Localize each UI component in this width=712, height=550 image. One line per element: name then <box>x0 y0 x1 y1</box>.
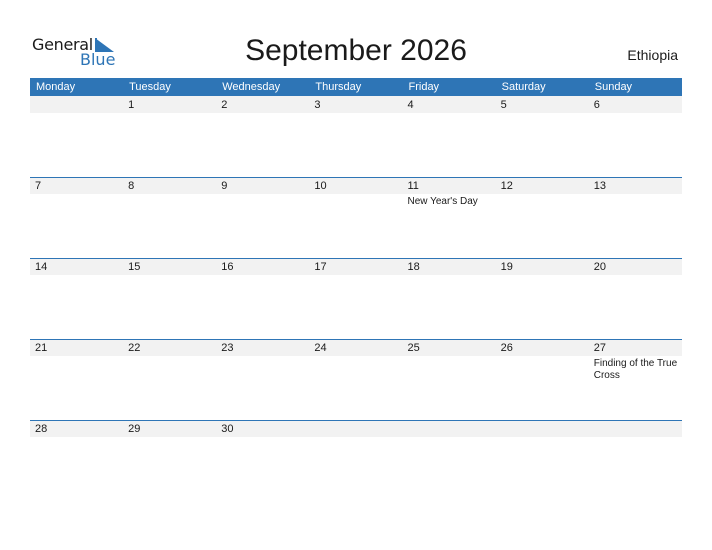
day-cell[interactable]: 10 <box>309 177 402 258</box>
day-number: 22 <box>128 342 141 354</box>
day-cell[interactable]: 8 <box>123 177 216 258</box>
day-cell[interactable]: 20 <box>589 258 682 339</box>
day-number: 14 <box>35 261 48 273</box>
holiday-label: New Year's Day <box>407 196 478 207</box>
weekday-sunday: Sunday <box>594 81 633 93</box>
day-cell[interactable]: 28 <box>30 420 123 501</box>
day-cell[interactable]: 22 <box>123 339 216 420</box>
day-cell[interactable]: 5 <box>496 96 589 177</box>
day-number: 20 <box>593 261 606 273</box>
day-number: 1 <box>128 99 135 111</box>
day-cell[interactable]: 27 Finding of the True Cross <box>589 339 682 420</box>
day-number: 16 <box>221 261 234 273</box>
weekday-friday: Friday <box>408 81 440 93</box>
day-cell[interactable]: 30 <box>216 420 309 501</box>
day-number: 28 <box>35 423 48 435</box>
day-number: 26 <box>500 342 513 354</box>
day-cell[interactable]: 19 <box>496 258 589 339</box>
country-label: Ethiopia <box>627 47 678 63</box>
day-number: 2 <box>221 99 228 111</box>
day-number: 5 <box>500 99 507 111</box>
day-cell[interactable]: 16 <box>216 258 309 339</box>
day-cell[interactable]: 26 <box>496 339 589 420</box>
day-cell[interactable]: 4 <box>403 96 496 177</box>
week-row: 7 8 9 10 11 New Year's Day 12 13 <box>30 177 682 258</box>
day-cell[interactable]: 17 <box>309 258 402 339</box>
day-cell[interactable]: 15 <box>123 258 216 339</box>
day-cell[interactable]: 6 <box>589 96 682 177</box>
day-cell[interactable] <box>30 96 123 177</box>
weekday-thursday: Thursday <box>315 81 362 93</box>
day-cell[interactable]: 2 <box>216 96 309 177</box>
day-cell[interactable]: 11 New Year's Day <box>403 177 496 258</box>
day-cell[interactable]: 12 <box>496 177 589 258</box>
weekday-header: Monday Tuesday Wednesday Thursday Friday… <box>30 78 682 96</box>
weekday-monday: Monday <box>36 81 76 93</box>
day-number: 18 <box>407 261 420 273</box>
day-number: 30 <box>221 423 234 435</box>
day-number: 19 <box>500 261 513 273</box>
day-number: 23 <box>221 342 234 354</box>
day-number: 9 <box>221 180 228 192</box>
day-cell[interactable]: 3 <box>309 96 402 177</box>
day-cell[interactable] <box>496 420 589 501</box>
day-number: 25 <box>407 342 420 354</box>
day-number: 29 <box>128 423 141 435</box>
day-number: 8 <box>128 180 135 192</box>
week-row: 14 15 16 17 18 19 20 <box>30 258 682 339</box>
day-number: 12 <box>500 180 513 192</box>
weekday-saturday: Saturday <box>501 81 546 93</box>
day-number: 6 <box>593 99 600 111</box>
day-number: 7 <box>35 180 42 192</box>
day-cell[interactable]: 24 <box>309 339 402 420</box>
day-cell[interactable]: 1 <box>123 96 216 177</box>
day-number: 17 <box>314 261 327 273</box>
weekday-tuesday: Tuesday <box>129 81 171 93</box>
day-number: 21 <box>35 342 48 354</box>
day-cell[interactable]: 14 <box>30 258 123 339</box>
day-cell[interactable] <box>589 420 682 501</box>
day-cell[interactable]: 23 <box>216 339 309 420</box>
day-cell[interactable]: 9 <box>216 177 309 258</box>
holiday-label: Finding of the True Cross <box>593 358 678 381</box>
day-number: 10 <box>314 180 327 192</box>
week-row: 28 29 30 <box>30 420 682 501</box>
day-cell[interactable]: 13 <box>589 177 682 258</box>
day-cell[interactable]: 21 <box>30 339 123 420</box>
day-number: 4 <box>407 99 414 111</box>
day-cell[interactable] <box>309 420 402 501</box>
day-number: 27 <box>593 342 606 354</box>
page-title: September 2026 <box>245 34 467 67</box>
day-number: 13 <box>593 180 606 192</box>
week-row: 21 22 23 24 25 26 27 Finding of the True Cross <box>30 339 682 420</box>
day-number: 24 <box>314 342 327 354</box>
day-cell[interactable]: 29 <box>123 420 216 501</box>
weekday-wednesday: Wednesday <box>222 81 281 93</box>
day-number: 3 <box>314 99 321 111</box>
day-cell[interactable]: 18 <box>403 258 496 339</box>
day-cell[interactable]: 25 <box>403 339 496 420</box>
day-number: 11 <box>407 180 419 192</box>
day-cell[interactable]: 7 <box>30 177 123 258</box>
day-number: 15 <box>128 261 141 273</box>
day-cell[interactable] <box>403 420 496 501</box>
week-row: 1 2 3 4 5 6 <box>30 96 682 177</box>
